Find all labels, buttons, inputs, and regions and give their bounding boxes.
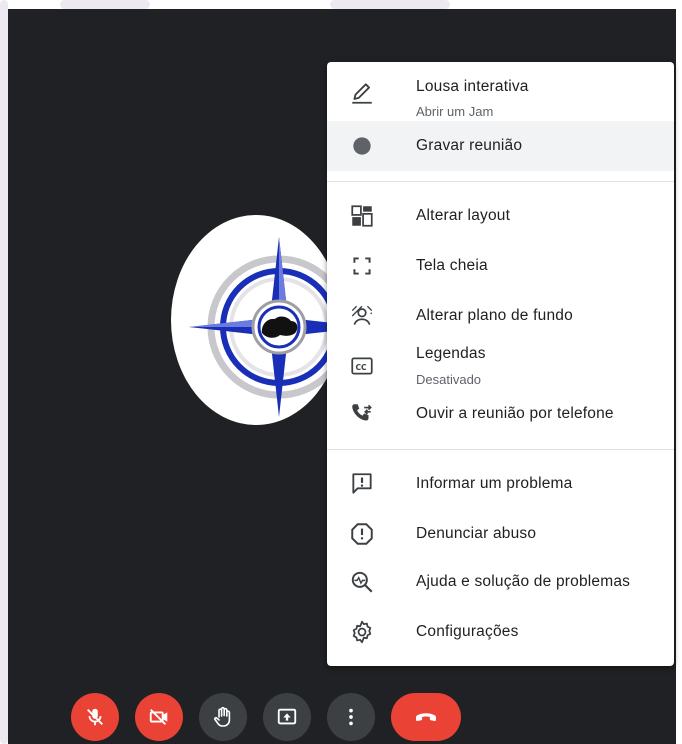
- phone-transfer-icon: [349, 401, 375, 427]
- mic-off-button[interactable]: [71, 693, 119, 741]
- menu-item-change-layout[interactable]: Alterar layout: [327, 191, 674, 241]
- menu-item-label: Configurações: [416, 623, 519, 640]
- more-vert-icon: [349, 708, 353, 726]
- fullscreen-icon: [349, 253, 375, 279]
- camera-off-button[interactable]: [135, 693, 183, 741]
- menu-item-label: Legendas: [416, 345, 486, 362]
- menu-divider: [327, 181, 674, 182]
- background-icon: [349, 303, 375, 329]
- menu-item-change-background[interactable]: Alterar plano de fundo: [327, 291, 674, 341]
- present-screen-icon: [277, 708, 297, 725]
- background-shape: [60, 0, 150, 9]
- menu-item-label: Alterar layout: [416, 207, 511, 224]
- svg-text:CC: CC: [356, 363, 368, 372]
- menu-item-help[interactable]: Ajuda e solução de problemas: [327, 559, 674, 609]
- menu-item-label: Ouvir a reunião por telefone: [416, 405, 614, 422]
- layout-icon: [349, 203, 375, 229]
- menu-item-sublabel: Abrir um Jam: [416, 104, 494, 119]
- menu-item-label: Gravar reunião: [416, 137, 523, 154]
- record-dot-icon: [349, 133, 375, 159]
- more-options-button[interactable]: [327, 693, 375, 741]
- help-search-icon: [349, 569, 375, 595]
- raise-hand-button[interactable]: [199, 693, 247, 741]
- background-shape: [0, 0, 8, 744]
- menu-item-report-problem[interactable]: Informar um problema: [327, 459, 674, 509]
- participant-avatar: [171, 215, 341, 425]
- menu-item-whiteboard[interactable]: Lousa interativa Abrir um Jam: [327, 62, 674, 121]
- mic-off-icon: [87, 708, 103, 726]
- menu-item-report-abuse[interactable]: Denunciar abuso: [327, 509, 674, 559]
- menu-item-label: Ajuda e solução de problemas: [416, 573, 631, 590]
- feedback-icon: [349, 471, 375, 497]
- menu-item-record-meeting[interactable]: Gravar reunião: [327, 121, 674, 171]
- camera-off-icon: [149, 709, 168, 725]
- present-button[interactable]: [263, 693, 311, 741]
- settings-gear-icon: [349, 619, 375, 645]
- menu-item-sublabel: Desativado: [416, 372, 482, 387]
- pencil-icon: [349, 80, 375, 106]
- closed-captions-icon: CC: [349, 353, 375, 379]
- menu-item-label: Informar um problema: [416, 475, 573, 492]
- leave-call-button[interactable]: [391, 693, 461, 741]
- menu-item-settings[interactable]: Configurações: [327, 609, 674, 659]
- menu-item-fullscreen[interactable]: Tela cheia: [327, 241, 674, 291]
- menu-divider: [327, 449, 674, 450]
- menu-item-label: Denunciar abuso: [416, 525, 537, 542]
- more-options-menu: Lousa interativa Abrir um Jam Gravar reu…: [327, 62, 674, 666]
- hang-up-icon: [416, 713, 436, 722]
- compass-emblem-icon: [189, 237, 341, 417]
- menu-item-phone-audio[interactable]: Ouvir a reunião por telefone: [327, 391, 674, 441]
- menu-item-label: Tela cheia: [416, 257, 488, 274]
- hand-icon: [214, 706, 231, 727]
- menu-item-label: Alterar plano de fundo: [416, 307, 573, 324]
- report-icon: [349, 521, 375, 547]
- menu-item-label: Lousa interativa: [416, 78, 529, 95]
- background-shape: [330, 0, 450, 9]
- menu-item-captions[interactable]: CC Legendas Desativado: [327, 341, 674, 391]
